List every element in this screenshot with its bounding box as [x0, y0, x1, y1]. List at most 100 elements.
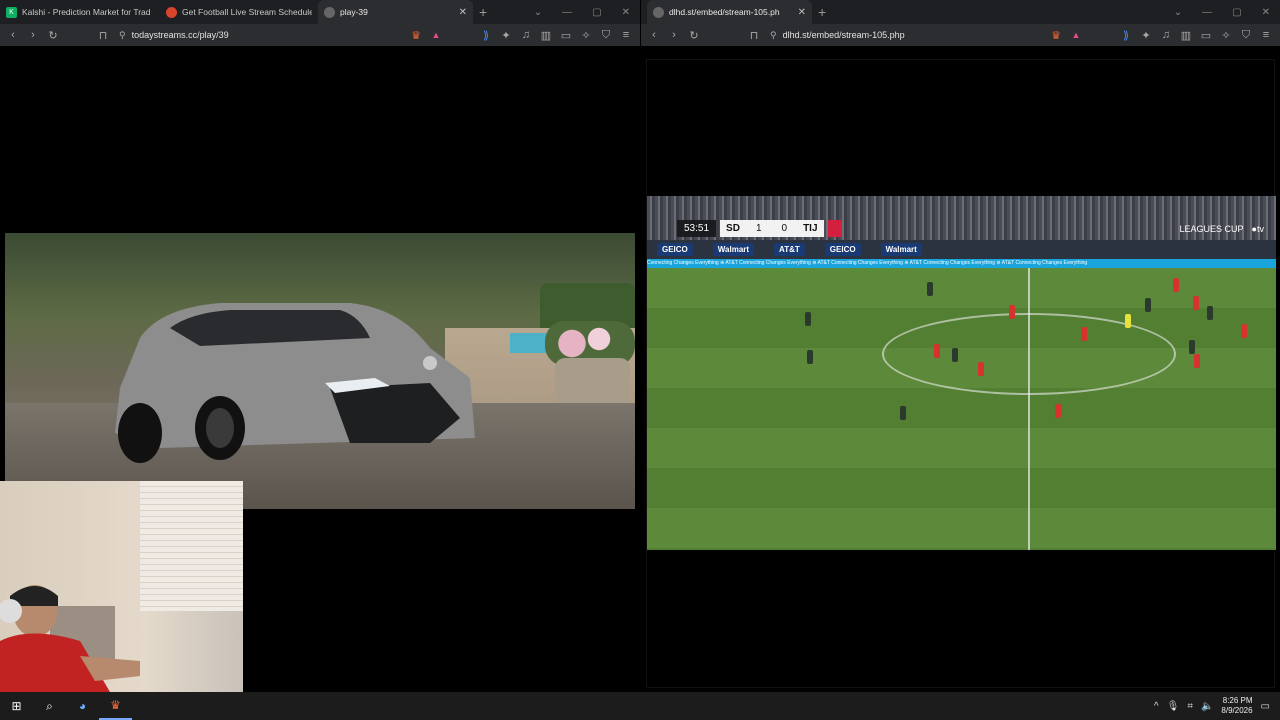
globe-favicon-icon: [324, 6, 335, 18]
address-bar[interactable]: ⚲ dlhd.st/embed/stream-105.php: [764, 26, 1034, 44]
wallet-card-icon[interactable]: ▭: [560, 29, 572, 42]
site-info-icon[interactable]: ⚲: [770, 30, 777, 41]
close-tab-icon[interactable]: ✕: [798, 7, 806, 18]
streamer-person: [0, 585, 140, 692]
left-browser-window: K Kalshi - Prediction Market for Trad Ge…: [0, 0, 640, 692]
extensions-area: ♛ ▲ ⟫ ✦ ♫ ▥ ▭ ✧ ⛉ ≡: [410, 29, 640, 42]
kalshi-favicon-icon: K: [6, 6, 17, 18]
centre-circle: [882, 313, 1176, 395]
new-tab-icon[interactable]: +: [818, 4, 826, 20]
tab-kalshi[interactable]: K Kalshi - Prediction Market for Trad: [0, 0, 160, 24]
page-content: [0, 46, 640, 692]
leo-icon[interactable]: ✧: [1220, 29, 1232, 42]
tab-play-39[interactable]: play-39 ✕: [318, 0, 473, 24]
minimize-icon[interactable]: —: [562, 7, 572, 18]
music-icon[interactable]: ♫: [520, 29, 532, 41]
taskbar-clock[interactable]: 8:26 PM 8/9/2026: [1221, 696, 1252, 716]
reload-icon[interactable]: ↻: [43, 29, 63, 42]
steam-icon[interactable]: ◕: [66, 692, 99, 720]
tab-search-icon[interactable]: ⌄: [1174, 7, 1182, 18]
browser-toolbar: ‹ › ↻ ⊓ ⚲ todaystreams.cc/play/39 ♛ ▲ ⟫ …: [0, 24, 640, 46]
player: [978, 362, 984, 376]
system-tray: ^ 🎙 ⌗ 🔈 8:26 PM 8/9/2026 ▭: [1154, 696, 1280, 716]
brave-browser-icon[interactable]: ♛: [99, 692, 132, 720]
brave-rewards-icon[interactable]: ▲: [1070, 30, 1082, 40]
wallet-icon[interactable]: ⟫: [1120, 29, 1132, 42]
sidebar-icon[interactable]: ▥: [1180, 29, 1192, 42]
address-bar[interactable]: ⚲ todaystreams.cc/play/39: [113, 26, 383, 44]
menu-icon[interactable]: ≡: [620, 29, 632, 41]
sponsor-ribbon: Connecting Changes Everything ⊛ AT&T Con…: [647, 259, 1276, 268]
ad-board: Walmart: [712, 243, 755, 256]
brave-shields-icon[interactable]: ♛: [1050, 29, 1062, 42]
tab-football-schedule[interactable]: Get Football Live Stream Schedule: [160, 0, 318, 24]
tab-stream-105[interactable]: dlhd.st/embed/stream-105.ph ✕: [647, 0, 812, 24]
volume-icon[interactable]: 🔈: [1201, 701, 1213, 712]
leo-icon[interactable]: ✧: [580, 29, 592, 42]
back-icon[interactable]: ‹: [644, 29, 664, 41]
window-controls: ⌄ — ▢ ✕: [1174, 0, 1280, 24]
new-tab-icon[interactable]: +: [479, 4, 487, 20]
player: [927, 282, 933, 296]
puzzle-icon[interactable]: ✦: [500, 29, 512, 42]
league-logo: LEAGUES CUP: [1179, 224, 1244, 234]
player: [805, 312, 811, 326]
ad-board: GEICO: [824, 243, 861, 256]
network-icon[interactable]: ⌗: [1187, 701, 1193, 712]
away-team: TIJ: [797, 220, 824, 237]
close-tab-icon[interactable]: ✕: [459, 7, 467, 18]
video-player[interactable]: GEICO Walmart AT&T GEICO Walmart Connect…: [646, 59, 1276, 688]
bookmark-icon[interactable]: ⊓: [93, 29, 113, 42]
lexus-ad-image[interactable]: [5, 233, 635, 509]
halfway-line: [1028, 268, 1030, 550]
match-clock: 53:51: [677, 220, 717, 237]
microphone-icon[interactable]: 🎙: [1167, 701, 1180, 712]
vpn-icon[interactable]: ⛉: [600, 29, 612, 42]
puzzle-icon[interactable]: ✦: [1140, 29, 1152, 42]
reload-icon[interactable]: ↻: [684, 29, 704, 42]
menu-icon[interactable]: ≡: [1260, 29, 1272, 41]
clock-date: 8/9/2026: [1221, 706, 1253, 715]
close-window-icon[interactable]: ✕: [622, 7, 630, 18]
away-score: 0: [771, 220, 798, 237]
player: [1193, 296, 1199, 310]
site-info-icon[interactable]: ⚲: [119, 30, 126, 41]
browser-toolbar: ‹ › ↻ ⊓ ⚲ dlhd.st/embed/stream-105.php ♛…: [641, 24, 1280, 46]
wallet-icon[interactable]: ⟫: [480, 29, 492, 42]
player: [1194, 354, 1200, 368]
globe-favicon-icon: [653, 6, 664, 18]
tab-search-icon[interactable]: ⌄: [534, 7, 542, 18]
player: [1145, 298, 1151, 312]
close-window-icon[interactable]: ✕: [1262, 7, 1270, 18]
tab-label: Kalshi - Prediction Market for Trad: [22, 7, 151, 17]
back-icon[interactable]: ‹: [3, 29, 23, 41]
tab-bar: K Kalshi - Prediction Market for Trad Ge…: [0, 0, 640, 24]
tab-bar: dlhd.st/embed/stream-105.ph ✕ + ⌄ — ▢ ✕: [641, 0, 1280, 24]
forward-icon[interactable]: ›: [23, 29, 43, 41]
webcam-overlay: [0, 481, 243, 692]
apple-tv-icon: ●tv: [1251, 224, 1264, 234]
bookmark-icon[interactable]: ⊓: [744, 29, 764, 42]
url-text: dlhd.st/embed/stream-105.php: [782, 30, 905, 40]
brave-rewards-icon[interactable]: ▲: [430, 30, 442, 40]
maximize-icon[interactable]: ▢: [1232, 7, 1241, 18]
minimize-icon[interactable]: —: [1202, 7, 1212, 18]
brave-shields-icon[interactable]: ♛: [410, 29, 422, 42]
music-icon[interactable]: ♫: [1160, 29, 1172, 41]
wallet-card-icon[interactable]: ▭: [1200, 29, 1212, 42]
player: [934, 344, 940, 358]
window-blind: [140, 481, 243, 611]
notifications-icon[interactable]: ▭: [1261, 701, 1270, 712]
forward-icon[interactable]: ›: [664, 29, 684, 41]
tab-label: dlhd.st/embed/stream-105.ph: [669, 7, 780, 17]
search-icon[interactable]: ⌕: [33, 692, 66, 720]
tab-label: play-39: [340, 7, 368, 17]
maximize-icon[interactable]: ▢: [592, 7, 601, 18]
player: [1055, 404, 1061, 418]
chevron-up-icon[interactable]: ^: [1154, 701, 1159, 712]
windows-start-icon[interactable]: ⊞: [0, 692, 33, 720]
sidebar-icon[interactable]: ▥: [540, 29, 552, 42]
ad-board: AT&T: [774, 243, 805, 256]
football-favicon-icon: [166, 6, 177, 18]
vpn-icon[interactable]: ⛉: [1240, 29, 1252, 42]
